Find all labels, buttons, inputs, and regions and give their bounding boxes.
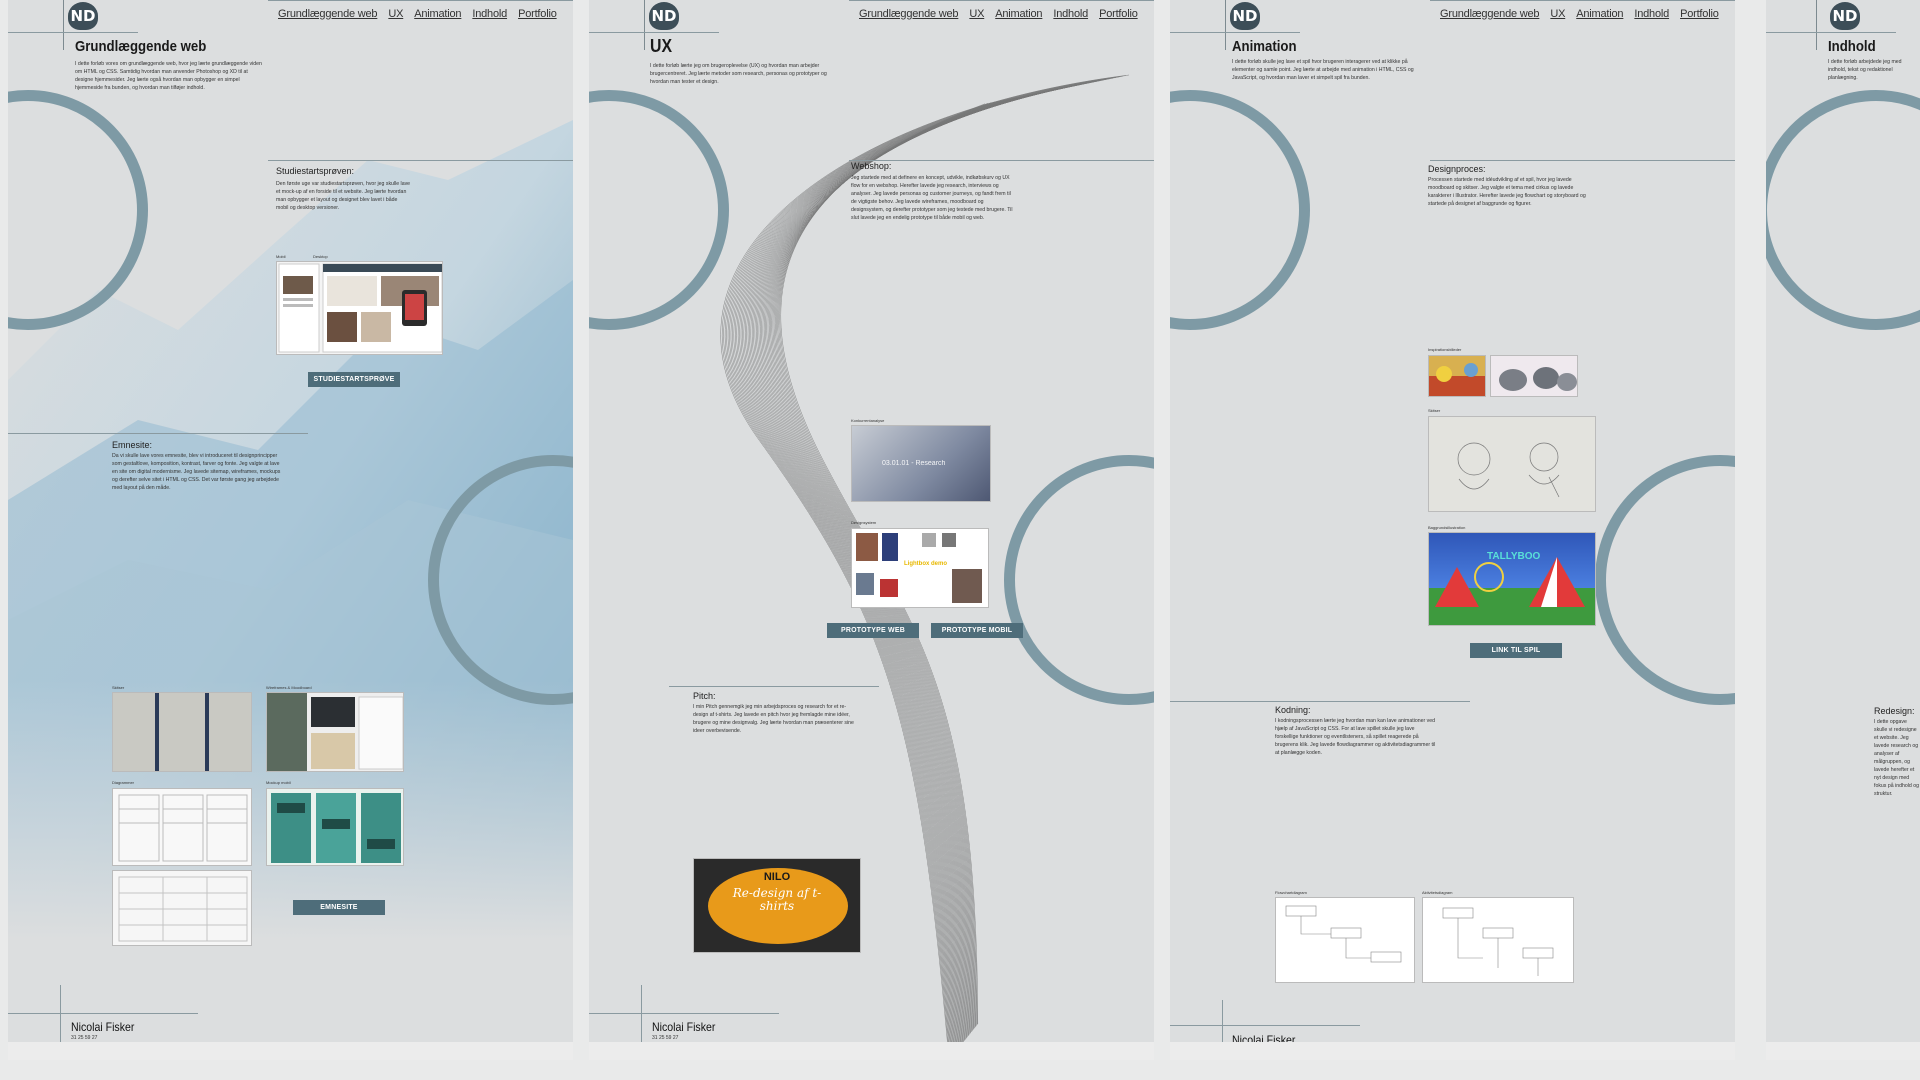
nav-link-animation[interactable]: Animation [1576,8,1623,20]
logo[interactable]: ND [1230,2,1260,30]
page-title: Grundlæggende web [75,38,207,55]
logo[interactable]: ND [1830,2,1860,30]
page-title: Indhold [1828,38,1876,55]
main-nav: Grundlæggende web UX Animation Indhold P… [1440,8,1719,20]
section-text: Jeg startede med at definere en koncept,… [851,175,1013,221]
footer-phone: 31 25 59 27 [1232,1048,1259,1054]
nav-link-portfolio[interactable]: Portfolio [1680,8,1719,20]
sketch-image [1428,416,1596,512]
section-heading: Studiestartsprøven: [276,166,355,176]
nav-link-animation[interactable]: Animation [995,8,1042,20]
footer-email[interactable]: nifi0038@stud.kea.dk [71,1042,119,1048]
research-image: 03.01.01 - Research [851,425,991,502]
intro-text: I dette forløb skulle jeg lave et spil h… [1232,59,1414,81]
diagram-image [112,788,252,866]
main-nav: Grundlæggende web UX Animation Indhold P… [278,8,557,20]
section-text: Processen startede med idéudvikling af e… [1428,177,1586,207]
intro-text: I dette forløb arbejdede jeg med indhold… [1828,59,1902,81]
inspiration-image [1428,355,1486,397]
nav-link-indhold[interactable]: Indhold [472,8,507,20]
prototype-web-button[interactable]: PROTOTYPE WEB [827,623,919,638]
page-title: UX [650,36,673,56]
designsystem-label: Lightbox demo [904,561,947,567]
poster-brand: NILO [763,871,791,883]
poster-title: Re-design af t-shirts [732,886,822,913]
page-indhold: ND Indhold I dette forløb arbejdede jeg … [1766,0,1920,1060]
footer-phone: 31 25 59 27 [652,1035,679,1041]
decor-circle [1595,455,1735,705]
page-title: Animation [1232,38,1297,55]
section-text: Da vi skulle lave vores emnesite, blev v… [112,453,281,491]
nav-link-animation[interactable]: Animation [414,8,461,20]
page-ux: ND Grundlæggende web UX Animation Indhol… [589,0,1154,1060]
section-heading: Kodning: [1275,705,1311,715]
sketch-image [112,692,252,772]
game-title-label: TALLYBOO [1487,551,1541,562]
page-animation: ND Grundlæggende web UX Animation Indhol… [1170,0,1735,1060]
emnesite-button[interactable]: EMNESITE [293,900,385,915]
nav-link-grundlaeggende-web[interactable]: Grundlæggende web [278,8,378,20]
flowchart-image [1275,897,1415,983]
wireframe-moodboard-image [266,692,404,772]
footer-email[interactable]: nifi0038@stud.kea.dk [1232,1054,1280,1060]
section-heading: Designproces: [1428,164,1486,174]
section-heading: Emnesite: [112,440,153,450]
nav-link-portfolio[interactable]: Portfolio [518,8,557,20]
footer-name: Nicolai Fisker [1232,1033,1296,1047]
footer-phone: 31 25 59 27 [71,1035,98,1041]
nav-link-portfolio[interactable]: Portfolio [1099,8,1138,20]
nav-link-grundlaeggende-web[interactable]: Grundlæggende web [1440,8,1540,20]
footer-name: Nicolai Fisker [652,1020,716,1034]
nav-link-ux[interactable]: UX [969,8,984,20]
prototype-mobil-button[interactable]: PROTOTYPE MOBIL [931,623,1023,638]
nav-link-ux[interactable]: UX [1550,8,1565,20]
footer-email[interactable]: nifi0038@stud.kea.dk [652,1042,700,1048]
intro-text: I dette forløb vores om grundlæggende we… [75,61,262,91]
section-heading: Redesign: [1874,706,1915,716]
link-til-spil-button[interactable]: LINK TIL SPIL [1470,643,1562,658]
activity-diagram-image [1422,897,1574,983]
section-text: I kodningsprocessen lærte jeg hvordan ma… [1275,718,1436,756]
page-grundlaeggende-web: ND Grundlæggende web UX Animation Indhol… [8,0,573,1060]
logo[interactable]: ND [68,2,98,30]
diagram-image [112,870,252,946]
footer-name: Nicolai Fisker [71,1020,135,1034]
logo[interactable]: ND [649,2,679,30]
research-label: 03.01.01 - Research [882,460,946,467]
section-text: I dette opgave skulle vi redesigne et we… [1874,719,1919,797]
intro-text: I dette forløb lærte jeg om brugeropleve… [650,63,827,85]
nav-link-grundlaeggende-web[interactable]: Grundlæggende web [859,8,959,20]
nav-link-indhold[interactable]: Indhold [1634,8,1669,20]
nav-link-ux[interactable]: UX [388,8,403,20]
designsystem-image: Lightbox demo [851,528,989,608]
section-text: I min Pitch gennemgik jeg min arbejdspro… [693,704,854,734]
pitch-poster-image: NILO Re-design af t-shirts [693,858,861,953]
main-nav: Grundlæggende web UX Animation Indhold P… [859,8,1138,20]
inspiration-image [1490,355,1578,397]
studiestartsproeve-button[interactable]: STUDIESTARTSPRØVE [308,372,400,387]
section-heading: Pitch: [693,691,716,701]
mockup-image [276,261,443,355]
circus-background-image: TALLYBOO [1428,532,1596,626]
nav-link-indhold[interactable]: Indhold [1053,8,1088,20]
section-heading: Webshop: [851,161,892,171]
decor-circle [1766,90,1920,330]
decor-circle [1170,90,1310,330]
mobile-mockup-image [266,788,404,866]
section-text: Den første uge var studiestartsprøven, h… [276,181,411,211]
